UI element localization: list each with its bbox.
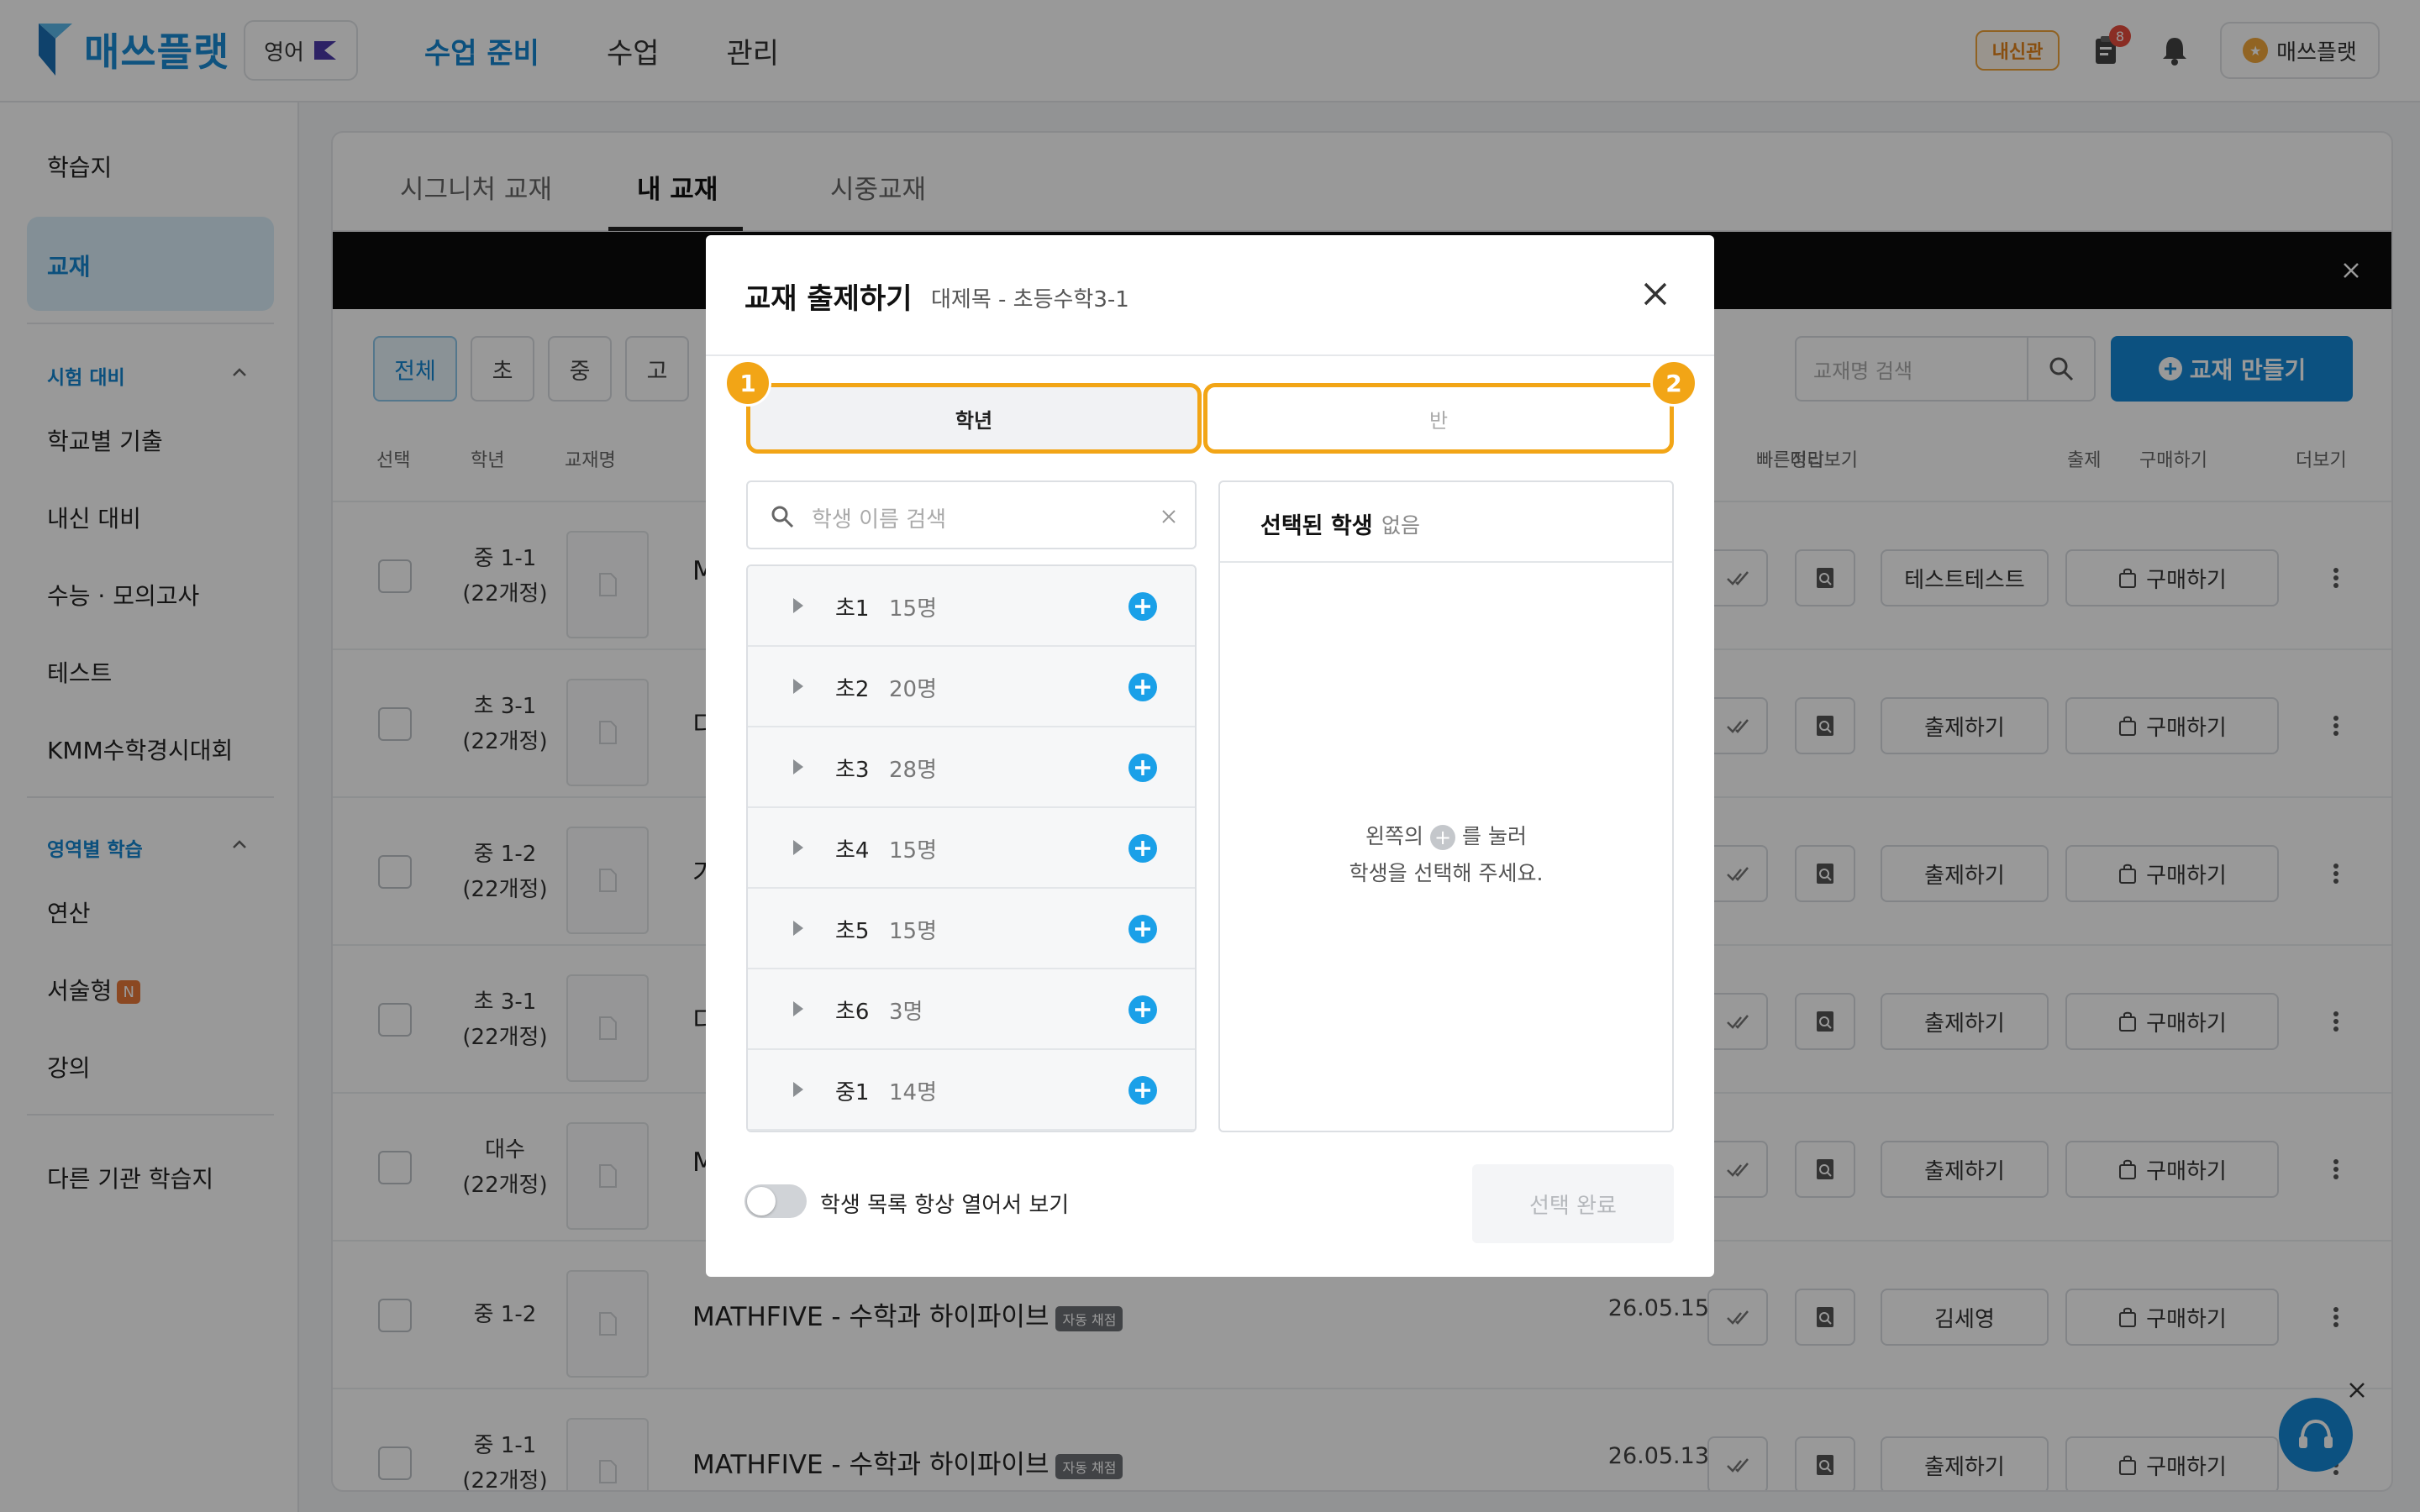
add-grade-icon[interactable]	[1128, 995, 1158, 1025]
caret-right-icon[interactable]	[786, 998, 808, 1020]
toggle-knob	[747, 1187, 776, 1215]
caret-right-icon[interactable]	[786, 675, 808, 697]
help-prefix: 왼쪽의	[1365, 824, 1424, 848]
grade-student-count: 28명	[889, 758, 938, 783]
grade-name: 초2	[835, 677, 870, 702]
caret-right-icon[interactable]	[786, 917, 808, 939]
grade-student-count: 3명	[889, 1000, 923, 1025]
tab-by-grade[interactable]: 학년	[746, 383, 1202, 454]
selection-done-button[interactable]: 선택 완료	[1472, 1164, 1674, 1243]
grade-student-count: 14명	[889, 1080, 938, 1105]
student-search-input[interactable]: 학생 이름 검색	[746, 480, 1197, 549]
grade-name: 중1	[835, 1080, 870, 1105]
clear-icon[interactable]	[1158, 506, 1180, 528]
grade-name: 초3	[835, 758, 870, 783]
caret-right-icon[interactable]	[786, 1079, 808, 1100]
grade-row[interactable]: 초2 20명	[748, 647, 1195, 727]
grade-list: 초1 15명 초2 20명 초3 28명 초4 15명 초5 15명 초6 3명 중1 14명	[746, 564, 1197, 1132]
add-grade-icon[interactable]	[1128, 1075, 1158, 1105]
close-icon[interactable]	[1637, 276, 1674, 312]
add-grade-icon[interactable]	[1128, 753, 1158, 783]
plus-circle-icon: +	[1430, 825, 1456, 850]
caret-right-icon[interactable]	[786, 595, 808, 617]
modal-divider	[706, 354, 1714, 356]
grade-row[interactable]: 초3 28명	[748, 727, 1195, 808]
selected-students-header: 선택된 학생 없음	[1220, 482, 1672, 563]
always-open-list-label: 학생 목록 항상 열어서 보기	[820, 1193, 1070, 1218]
tab-by-class[interactable]: 반	[1203, 383, 1674, 454]
grade-row[interactable]: 초6 3명	[748, 969, 1195, 1050]
step-badge-1: 1	[724, 360, 771, 407]
grade-student-count: 15명	[889, 919, 938, 944]
help-line2: 학생을 선택해 주세요.	[1349, 861, 1544, 885]
selected-students-empty: 없음	[1381, 513, 1421, 538]
selected-students-panel: 선택된 학생 없음 왼쪽의 + 를 눌러 학생을 선택해 주세요.	[1218, 480, 1674, 1132]
modal-subtitle: 대제목 - 초등수학3-1	[931, 287, 1129, 312]
grade-row[interactable]: 초1 15명	[748, 566, 1195, 647]
add-grade-icon[interactable]	[1128, 672, 1158, 702]
grade-name: 초6	[835, 1000, 870, 1025]
student-search-placeholder: 학생 이름 검색	[812, 507, 947, 533]
grade-name: 초4	[835, 838, 870, 864]
add-grade-icon[interactable]	[1128, 833, 1158, 864]
selected-students-title: 선택된 학생	[1260, 513, 1373, 539]
grade-student-count: 15명	[889, 838, 938, 864]
always-open-list-toggle[interactable]	[744, 1184, 807, 1218]
add-grade-icon[interactable]	[1128, 914, 1158, 944]
grade-row[interactable]: 초5 15명	[748, 889, 1195, 969]
grade-student-count: 20명	[889, 677, 938, 702]
search-icon	[771, 506, 794, 528]
help-suffix: 를 눌러	[1462, 824, 1527, 848]
grade-row[interactable]: 중1 14명	[748, 1050, 1195, 1131]
modal-title: 교재 출제하기	[744, 282, 913, 316]
grade-name: 초5	[835, 919, 870, 944]
caret-right-icon[interactable]	[786, 837, 808, 858]
grade-student-count: 15명	[889, 596, 938, 622]
add-grade-icon[interactable]	[1128, 591, 1158, 622]
caret-right-icon[interactable]	[786, 756, 808, 778]
grade-row[interactable]: 초4 15명	[748, 808, 1195, 889]
assign-textbook-modal: 교재 출제하기 대제목 - 초등수학3-1 학년 반 1 2 학생 이름 검색 …	[706, 235, 1714, 1277]
step-badge-2: 2	[1650, 360, 1697, 407]
grade-name: 초1	[835, 596, 870, 622]
selection-help-text: 왼쪽의 + 를 눌러 학생을 선택해 주세요.	[1220, 818, 1672, 892]
